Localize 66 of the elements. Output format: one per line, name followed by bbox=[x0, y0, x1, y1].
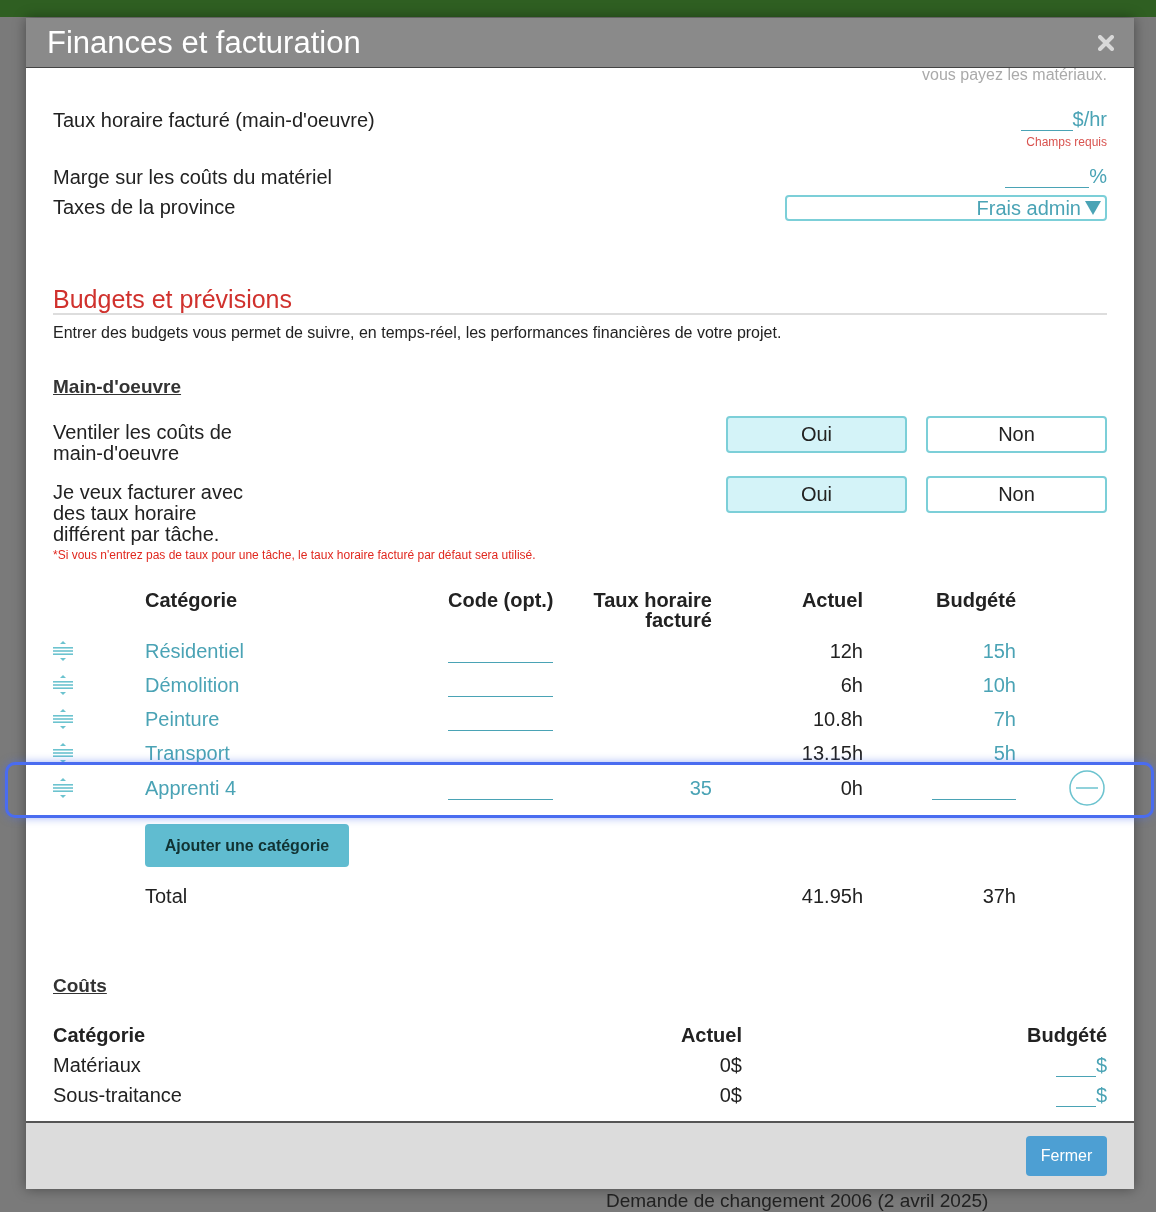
budget-input[interactable]: $ bbox=[1055, 1084, 1107, 1107]
drag-handle-icon[interactable] bbox=[53, 641, 73, 661]
choice-button[interactable]: Non bbox=[926, 416, 1107, 453]
column-header: Actuel bbox=[800, 590, 863, 610]
section-heading: Budgets et prévisions bbox=[53, 285, 1107, 315]
budget-value[interactable]: 10h bbox=[863, 673, 1016, 697]
add-category-button[interactable]: Ajouter une catégorie bbox=[145, 824, 349, 867]
actual-value: 0$ bbox=[718, 1084, 742, 1107]
background-text: Demande de changement 2006 (2 avril 2025) bbox=[606, 1190, 989, 1212]
category-link[interactable]: Résidentiel bbox=[145, 639, 448, 663]
category-link[interactable]: Apprenti 4 bbox=[145, 776, 448, 800]
budget-value[interactable]: 7h bbox=[863, 707, 1016, 731]
column-header: Catégorie bbox=[145, 590, 239, 610]
column-header: Code (opt.) bbox=[448, 590, 555, 610]
column-header: Budgété bbox=[1026, 1024, 1107, 1047]
error-text: Champs requis bbox=[1026, 135, 1107, 149]
unit-label: % bbox=[1089, 165, 1107, 188]
actual-value: 6h bbox=[839, 673, 863, 697]
drag-handle-icon[interactable] bbox=[53, 743, 73, 763]
close-button[interactable]: Fermer bbox=[1026, 1136, 1107, 1176]
budget-value[interactable]: 15h bbox=[863, 639, 1016, 663]
drag-handle-icon[interactable] bbox=[53, 675, 73, 695]
unit-label: $/hr bbox=[1072, 108, 1107, 131]
input-field[interactable]: $/hr bbox=[1020, 108, 1107, 131]
remove-icon[interactable] bbox=[1068, 770, 1105, 806]
budget-input[interactable]: $ bbox=[1055, 1054, 1107, 1077]
question-label: Ventiler les coûts de main-d'oeuvre bbox=[53, 422, 233, 464]
total-actual: 41.95h bbox=[800, 884, 863, 908]
budget-value[interactable]: 5h bbox=[863, 741, 1016, 765]
dialog-title: Finances et facturation bbox=[47, 24, 361, 61]
info-text: vous payez les matériaux. bbox=[921, 68, 1107, 82]
actual-value: 13.15h bbox=[800, 741, 863, 765]
choice-button[interactable]: Oui bbox=[726, 476, 907, 513]
note-text: *Si vous n'entrez pas de taux pour une tâche, le taux horaire facturé par défaut sera utilisé. bbox=[53, 548, 537, 562]
caret-icon bbox=[1085, 200, 1101, 216]
field-label: Marge sur les coûts du matériel bbox=[53, 165, 332, 189]
drag-handle-icon[interactable] bbox=[53, 778, 73, 798]
category-link[interactable]: Démolition bbox=[145, 673, 448, 697]
select-field[interactable]: Frais admin bbox=[785, 195, 1107, 221]
column-header: Actuel bbox=[679, 1024, 742, 1047]
column-header: Catégorie bbox=[53, 1024, 147, 1047]
total-label: Total bbox=[145, 884, 189, 908]
field-label: Taxes de la province bbox=[53, 195, 236, 219]
category-link[interactable]: Transport bbox=[145, 741, 448, 765]
category-link[interactable]: Peinture bbox=[145, 707, 448, 731]
category-label: Matériaux bbox=[53, 1054, 142, 1077]
category-label: Sous-traitance bbox=[53, 1084, 183, 1107]
actual-value: 12h bbox=[828, 639, 863, 663]
rate-value[interactable]: 35 bbox=[588, 776, 712, 800]
actual-value: 10.8h bbox=[811, 707, 863, 731]
field-label: Taux horaire facturé (main-d'oeuvre) bbox=[53, 108, 375, 132]
drag-handle-icon[interactable] bbox=[53, 709, 73, 729]
column-header: Budgété bbox=[935, 590, 1016, 610]
actual-value: 0h bbox=[839, 776, 863, 800]
input-field[interactable]: % bbox=[1005, 165, 1107, 188]
subsection-heading: Main-d'oeuvre bbox=[53, 376, 183, 398]
question-label: Je veux facturer avec des taux horaire différent par tâche. bbox=[53, 482, 245, 545]
close-icon[interactable] bbox=[1098, 34, 1114, 51]
column-header: Taux horaire facturé bbox=[592, 590, 712, 630]
total-budget: 37h bbox=[981, 884, 1016, 908]
actual-value: 0$ bbox=[718, 1054, 742, 1077]
choice-button[interactable]: Non bbox=[926, 476, 1107, 513]
choice-button[interactable]: Oui bbox=[726, 416, 907, 453]
section-description: Entrer des budgets vous permet de suivre, en temps-réel, les performances financières de votre projet. bbox=[53, 324, 783, 342]
subsection-heading: Coûts bbox=[53, 975, 108, 997]
select-value: Frais admin bbox=[976, 196, 1081, 220]
